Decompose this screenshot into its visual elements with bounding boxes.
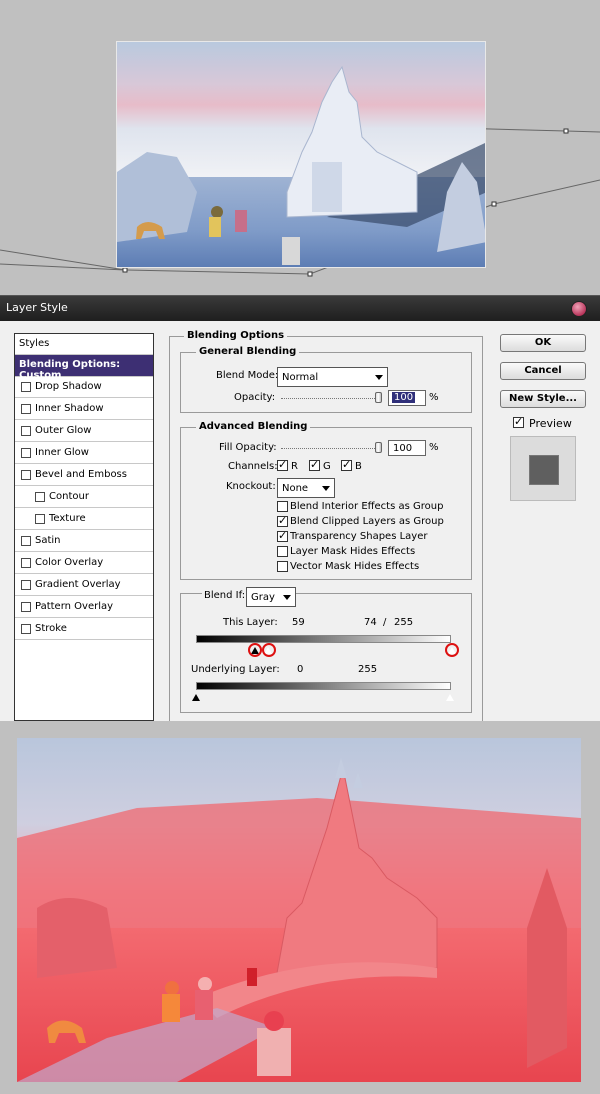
fill-opacity-label: Fill Opacity:: [219, 442, 277, 453]
styles-list: Styles Blending Options: Custom Drop Sha…: [14, 333, 154, 721]
style-item-inner-shadow[interactable]: Inner Shadow: [15, 399, 153, 420]
chevron-down-icon: [283, 595, 291, 600]
blend-mode-select[interactable]: Normal: [277, 367, 388, 387]
bevel-emboss-checkbox[interactable]: [21, 470, 31, 480]
blend-if-select[interactable]: Gray: [246, 587, 296, 607]
channel-b-label: B: [355, 461, 362, 472]
blend-interior-checkbox[interactable]: [277, 501, 288, 512]
knockout-label: Knockout:: [226, 481, 276, 492]
outer-glow-checkbox[interactable]: [21, 426, 31, 436]
style-item-contour[interactable]: Contour: [15, 487, 153, 508]
chevron-down-icon: [375, 375, 383, 380]
layer-mask-hides-label: Layer Mask Hides Effects: [290, 546, 416, 557]
style-item-texture[interactable]: Texture: [15, 509, 153, 530]
drop-shadow-checkbox[interactable]: [21, 382, 31, 392]
fill-opacity-slider-track[interactable]: [281, 448, 381, 449]
channel-b-checkbox[interactable]: [341, 458, 352, 471]
this-layer-high: 255: [394, 617, 414, 628]
highlight-circle: [248, 643, 262, 657]
opacity-slider-track[interactable]: [281, 398, 381, 399]
opacity-label: Opacity:: [234, 392, 276, 403]
fill-opacity-percent: %: [429, 442, 439, 453]
style-item-stroke[interactable]: Stroke: [15, 619, 153, 640]
highlight-circle: [445, 643, 459, 657]
this-layer-low: 59: [292, 617, 305, 628]
style-item-inner-glow[interactable]: Inner Glow: [15, 443, 153, 464]
underlying-layer-high: 255: [358, 664, 378, 675]
blend-if-label: Blend If:: [202, 590, 248, 601]
highlight-circle: [262, 643, 276, 657]
style-item-gradient-overlay[interactable]: Gradient Overlay: [15, 575, 153, 596]
dialog-title: Layer Style: [6, 301, 68, 314]
general-blending-title: General Blending: [196, 346, 300, 357]
blend-clipped-checkbox[interactable]: [277, 514, 288, 527]
vector-mask-hides-checkbox[interactable]: [277, 561, 288, 572]
texture-checkbox[interactable]: [35, 514, 45, 524]
this-layer-label: This Layer:: [223, 617, 278, 628]
result-image: [17, 738, 581, 1082]
opacity-percent: %: [429, 392, 439, 403]
preview-square: [529, 455, 559, 485]
style-item-bevel-emboss[interactable]: Bevel and Emboss: [15, 465, 153, 486]
layer-style-dialog: Layer Style Styles Blending Options: Cus…: [0, 295, 600, 721]
blend-if-group: [180, 593, 472, 713]
underlying-white-slider[interactable]: [446, 694, 454, 701]
gradient-overlay-checkbox[interactable]: [21, 580, 31, 590]
underlying-layer-gradient: [196, 682, 451, 690]
underlying-layer-low: 0: [297, 664, 304, 675]
styles-header[interactable]: Styles: [15, 334, 153, 355]
cancel-button[interactable]: Cancel: [500, 362, 586, 380]
blend-mode-label: Blend Mode:: [216, 370, 279, 381]
close-button[interactable]: [571, 301, 587, 317]
opacity-slider-thumb[interactable]: [375, 392, 382, 403]
channel-r-checkbox[interactable]: [277, 458, 288, 471]
title-bar[interactable]: Layer Style: [0, 296, 600, 321]
blend-clipped-label: Blend Clipped Layers as Group: [290, 516, 444, 527]
source-photo: [116, 41, 486, 268]
ok-button[interactable]: OK: [500, 334, 586, 352]
style-item-outer-glow[interactable]: Outer Glow: [15, 421, 153, 442]
stroke-checkbox[interactable]: [21, 624, 31, 634]
this-layer-gradient: [196, 635, 451, 643]
style-item-pattern-overlay[interactable]: Pattern Overlay: [15, 597, 153, 618]
preview-checkbox[interactable]: [513, 415, 524, 428]
channel-r-label: R: [291, 461, 298, 472]
this-layer-separator: /: [383, 617, 387, 628]
pattern-overlay-checkbox[interactable]: [21, 602, 31, 612]
underlying-black-slider[interactable]: [192, 694, 200, 701]
channel-g-checkbox[interactable]: [309, 458, 320, 471]
transparency-shapes-checkbox[interactable]: [277, 529, 288, 542]
style-item-satin[interactable]: Satin: [15, 531, 153, 552]
style-item-blending-options[interactable]: Blending Options: Custom: [15, 355, 153, 381]
preview-label: Preview: [529, 417, 572, 430]
fill-opacity-input[interactable]: 100: [388, 440, 426, 456]
advanced-blending-title: Advanced Blending: [196, 421, 311, 432]
new-style-button[interactable]: New Style...: [500, 390, 586, 408]
canvas-area: [0, 0, 600, 295]
inner-shadow-checkbox[interactable]: [21, 404, 31, 414]
knockout-select[interactable]: None: [277, 478, 335, 498]
style-preview-swatch: [510, 436, 576, 501]
fill-opacity-slider-thumb[interactable]: [375, 442, 382, 453]
inner-glow-checkbox[interactable]: [21, 448, 31, 458]
layer-mask-hides-checkbox[interactable]: [277, 546, 288, 557]
satin-checkbox[interactable]: [21, 536, 31, 546]
channel-g-label: G: [323, 461, 331, 472]
style-item-drop-shadow[interactable]: Drop Shadow: [15, 377, 153, 398]
blend-interior-label: Blend Interior Effects as Group: [290, 501, 444, 512]
vector-mask-hides-label: Vector Mask Hides Effects: [290, 561, 420, 572]
opacity-input[interactable]: 100: [388, 390, 426, 406]
blending-options-title: Blending Options: [184, 330, 288, 341]
underlying-layer-label: Underlying Layer:: [191, 664, 280, 675]
contour-checkbox[interactable]: [35, 492, 45, 502]
chevron-down-icon: [322, 486, 330, 491]
channels-label: Channels:: [228, 461, 278, 472]
color-overlay-checkbox[interactable]: [21, 558, 31, 568]
transparency-shapes-label: Transparency Shapes Layer: [290, 531, 428, 542]
result-scene: [17, 738, 581, 1082]
this-layer-split: 74: [364, 617, 377, 628]
style-item-color-overlay[interactable]: Color Overlay: [15, 553, 153, 574]
